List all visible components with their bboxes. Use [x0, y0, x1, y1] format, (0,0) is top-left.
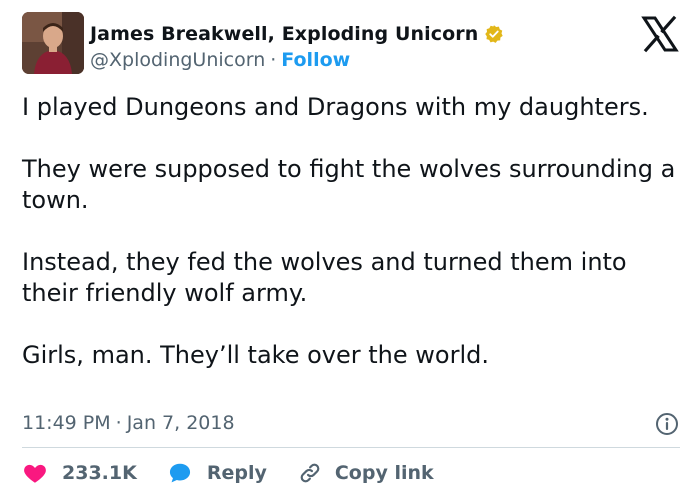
tweet-card: James Breakwell, Exploding Unicorn @Xplo…: [0, 0, 700, 502]
link-icon: [297, 460, 323, 486]
heart-icon: [22, 460, 48, 486]
author-names: James Breakwell, Exploding Unicorn @Xplo…: [90, 20, 504, 72]
tweet-timestamp[interactable]: 11:49 PM · Jan 7, 2018: [22, 409, 235, 437]
avatar[interactable]: [22, 12, 84, 74]
display-name-row: James Breakwell, Exploding Unicorn: [90, 20, 504, 47]
tweet-paragraph: Instead, they fed the wolves and turned …: [22, 248, 627, 307]
divider: [22, 447, 680, 448]
separator-dot: ·: [270, 49, 277, 71]
handle-row: @XplodingUnicorn · Follow: [90, 48, 504, 72]
handle[interactable]: @XplodingUnicorn: [90, 49, 265, 71]
tweet-paragraph: I played Dungeons and Dragons with my da…: [22, 93, 649, 121]
reply-button[interactable]: Reply: [167, 460, 267, 486]
tweet-text: I played Dungeons and Dragons with my da…: [22, 92, 682, 371]
display-name[interactable]: James Breakwell, Exploding Unicorn: [90, 23, 478, 45]
verified-badge-icon: [484, 24, 504, 44]
reply-label: Reply: [206, 462, 267, 484]
like-count: 233.1K: [62, 462, 137, 484]
tweet-date: Jan 7, 2018: [126, 412, 235, 434]
avatar-photo: [22, 12, 84, 74]
info-icon[interactable]: [654, 411, 680, 437]
tweet-time: 11:49 PM: [22, 412, 111, 434]
follow-button[interactable]: Follow: [281, 49, 350, 71]
action-bar: 233.1K Reply Copy link: [22, 456, 464, 490]
x-logo-icon[interactable]: [638, 12, 682, 56]
copy-link-button[interactable]: Copy link: [297, 460, 434, 486]
speech-bubble-icon: [167, 460, 193, 486]
copy-link-label: Copy link: [334, 462, 434, 484]
tweet-paragraph: They were supposed to fight the wolves s…: [22, 155, 676, 214]
separator-dot: ·: [115, 412, 122, 434]
tweet-header: James Breakwell, Exploding Unicorn @Xplo…: [22, 12, 682, 80]
tweet-paragraph: Girls, man. They’ll take over the world.: [22, 341, 489, 369]
like-button[interactable]: 233.1K: [22, 460, 137, 486]
